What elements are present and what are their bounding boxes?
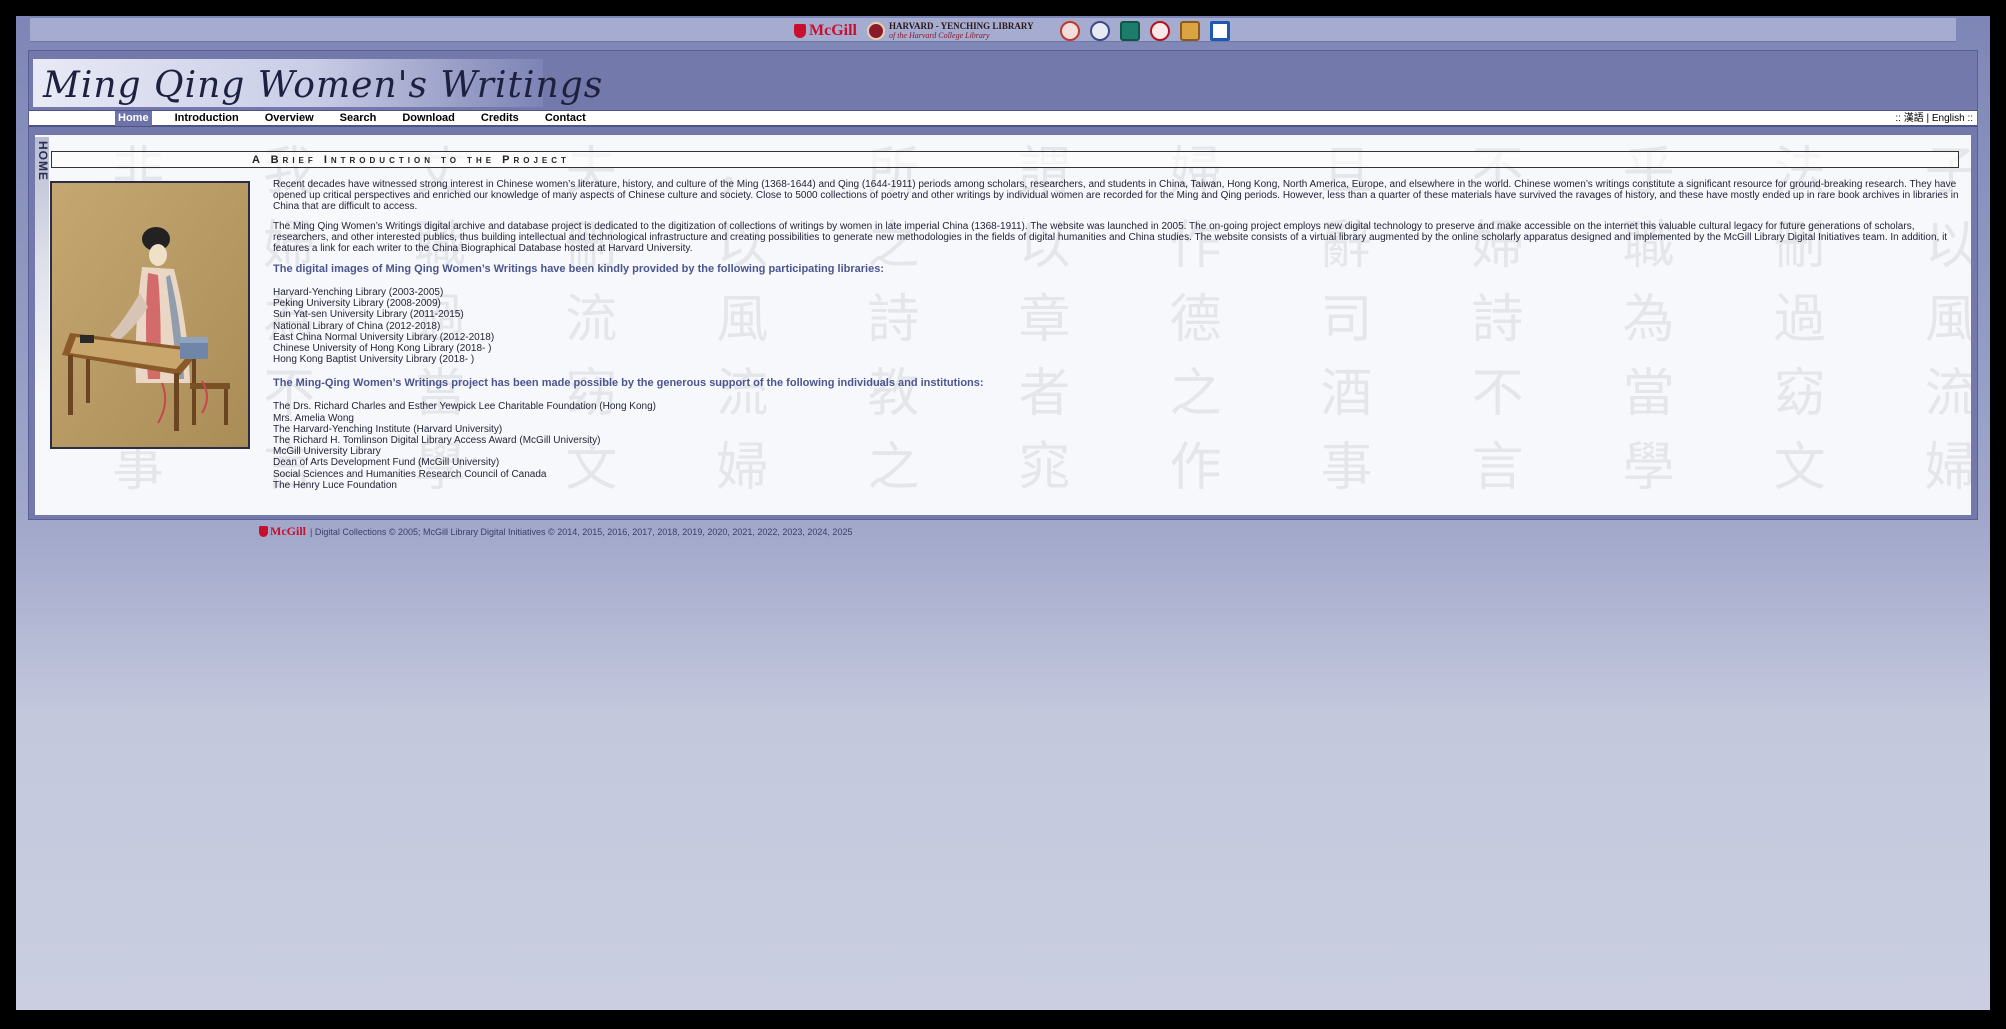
harvard-logo-line2: of the Harvard College Library (888, 31, 990, 40)
intro-paragraph-2: The Ming Qing Women’s Writings digital a… (273, 221, 1948, 254)
libraries-heading: The digital images of Ming Qing Women’s … (273, 263, 884, 275)
partner-logos: McGill HARVARD - YENCHING LIBRARY of the… (794, 20, 1230, 42)
partner-logo-icon[interactable] (1089, 21, 1110, 41)
list-item: The Richard H. Tomlinson Digital Library… (273, 435, 601, 447)
partner-logo-strip: McGill HARVARD - YENCHING LIBRARY of the… (30, 18, 1956, 42)
list-item: East China Normal University Library (20… (273, 331, 495, 343)
list-item: Mrs. Amelia Wong (273, 412, 354, 424)
partner-logo-icon[interactable] (1179, 21, 1200, 41)
list-item: National Library of China (2012-2018) (273, 320, 441, 332)
footer-logo-text: McGill (270, 524, 306, 538)
nav-contact[interactable]: Contact (542, 111, 589, 126)
partner-logo-icon[interactable] (1059, 21, 1080, 41)
supporters-list: The Drs. Richard Charles and Esther Yewp… (273, 401, 1963, 491)
mcgill-shield-icon (259, 526, 268, 537)
list-item: Hong Kong Baptist University Library (20… (273, 354, 475, 366)
mcgill-shield-icon (794, 24, 806, 38)
list-item: Chinese University of Hong Kong Library … (273, 343, 492, 355)
nav-home[interactable]: Home (115, 111, 152, 126)
intro-paragraph-1: Recent decades have witnessed strong int… (273, 179, 1959, 212)
site-title: Ming Qing Women's Writings (43, 65, 604, 106)
list-item: The Drs. Richard Charles and Esther Yewp… (273, 401, 656, 413)
site-banner: Ming Qing Women's Writings (33, 59, 602, 107)
list-item: Peking University Library (2008-2009) (273, 298, 441, 310)
list-item: The Henry Luce Foundation (273, 479, 397, 491)
nav-introduction[interactable]: Introduction (172, 111, 242, 126)
content-panel: 非 我 丈 夫 ， 所 謂 婦 且 不 乎 法 子 子 入 詩 且 不 法 婦 … (35, 135, 1971, 515)
list-item: Sun Yat-sen University Library (2011-201… (273, 309, 464, 321)
harvard-yenching-logo[interactable]: HARVARD - YENCHING LIBRARY of the Harvar… (866, 21, 1034, 40)
site-frame: Ming Qing Women's Writings Home Introduc… (28, 50, 1978, 520)
woman-writing-painting (52, 183, 248, 447)
partner-logo-icon[interactable] (1119, 21, 1140, 41)
nav-credits[interactable]: Credits (478, 111, 522, 126)
harvard-logo-line1: HARVARD - YENCHING LIBRARY (888, 21, 1034, 31)
language-switch[interactable]: :: 漢語 | English :: (1895, 111, 1973, 126)
intro-text: Recent decades have witnessed strong int… (273, 179, 1963, 503)
painting-image (50, 181, 250, 449)
supporters-heading: The Ming-Qing Women’s Writings project h… (273, 377, 984, 390)
list-item: The Harvard-Yenching Institute (Harvard … (273, 423, 503, 435)
mcgill-logo[interactable]: McGill (794, 22, 857, 40)
nav-search[interactable]: Search (337, 111, 380, 126)
nav-overview[interactable]: Overview (262, 111, 317, 126)
main-nav: Home Introduction Overview Search Downlo… (29, 110, 1977, 127)
home-side-tab-label: HOME (36, 141, 50, 181)
list-item: Dean of Arts Development Fund (McGill Un… (273, 457, 500, 469)
list-item: McGill University Library (273, 446, 381, 458)
harvard-seal-icon (866, 22, 885, 40)
list-item: Social Sciences and Humanities Research … (273, 468, 547, 480)
footer-copyright: | Digital Collections © 2005; McGill Lib… (310, 526, 853, 537)
page-background: McGill HARVARD - YENCHING LIBRARY of the… (16, 16, 1990, 1010)
nav-download[interactable]: Download (399, 111, 458, 126)
partner-logo-icon[interactable] (1209, 21, 1230, 41)
section-header: A Brief Introduction to the Project (51, 151, 1959, 168)
mcgill-logo-text: McGill (809, 22, 857, 39)
partner-logo-icon[interactable] (1149, 21, 1170, 41)
home-side-tab: HOME (35, 137, 50, 397)
footer-mcgill-logo[interactable]: McGill (259, 524, 306, 539)
footer: McGill | Digital Collections © 2005; McG… (259, 524, 852, 539)
libraries-list: Harvard-Yenching Library (2003-2005) Pek… (273, 287, 1963, 365)
section-title: A Brief Introduction to the Project (252, 154, 570, 166)
nav-items: Home Introduction Overview Search Downlo… (115, 111, 609, 126)
list-item: Harvard-Yenching Library (2003-2005) (273, 287, 444, 298)
